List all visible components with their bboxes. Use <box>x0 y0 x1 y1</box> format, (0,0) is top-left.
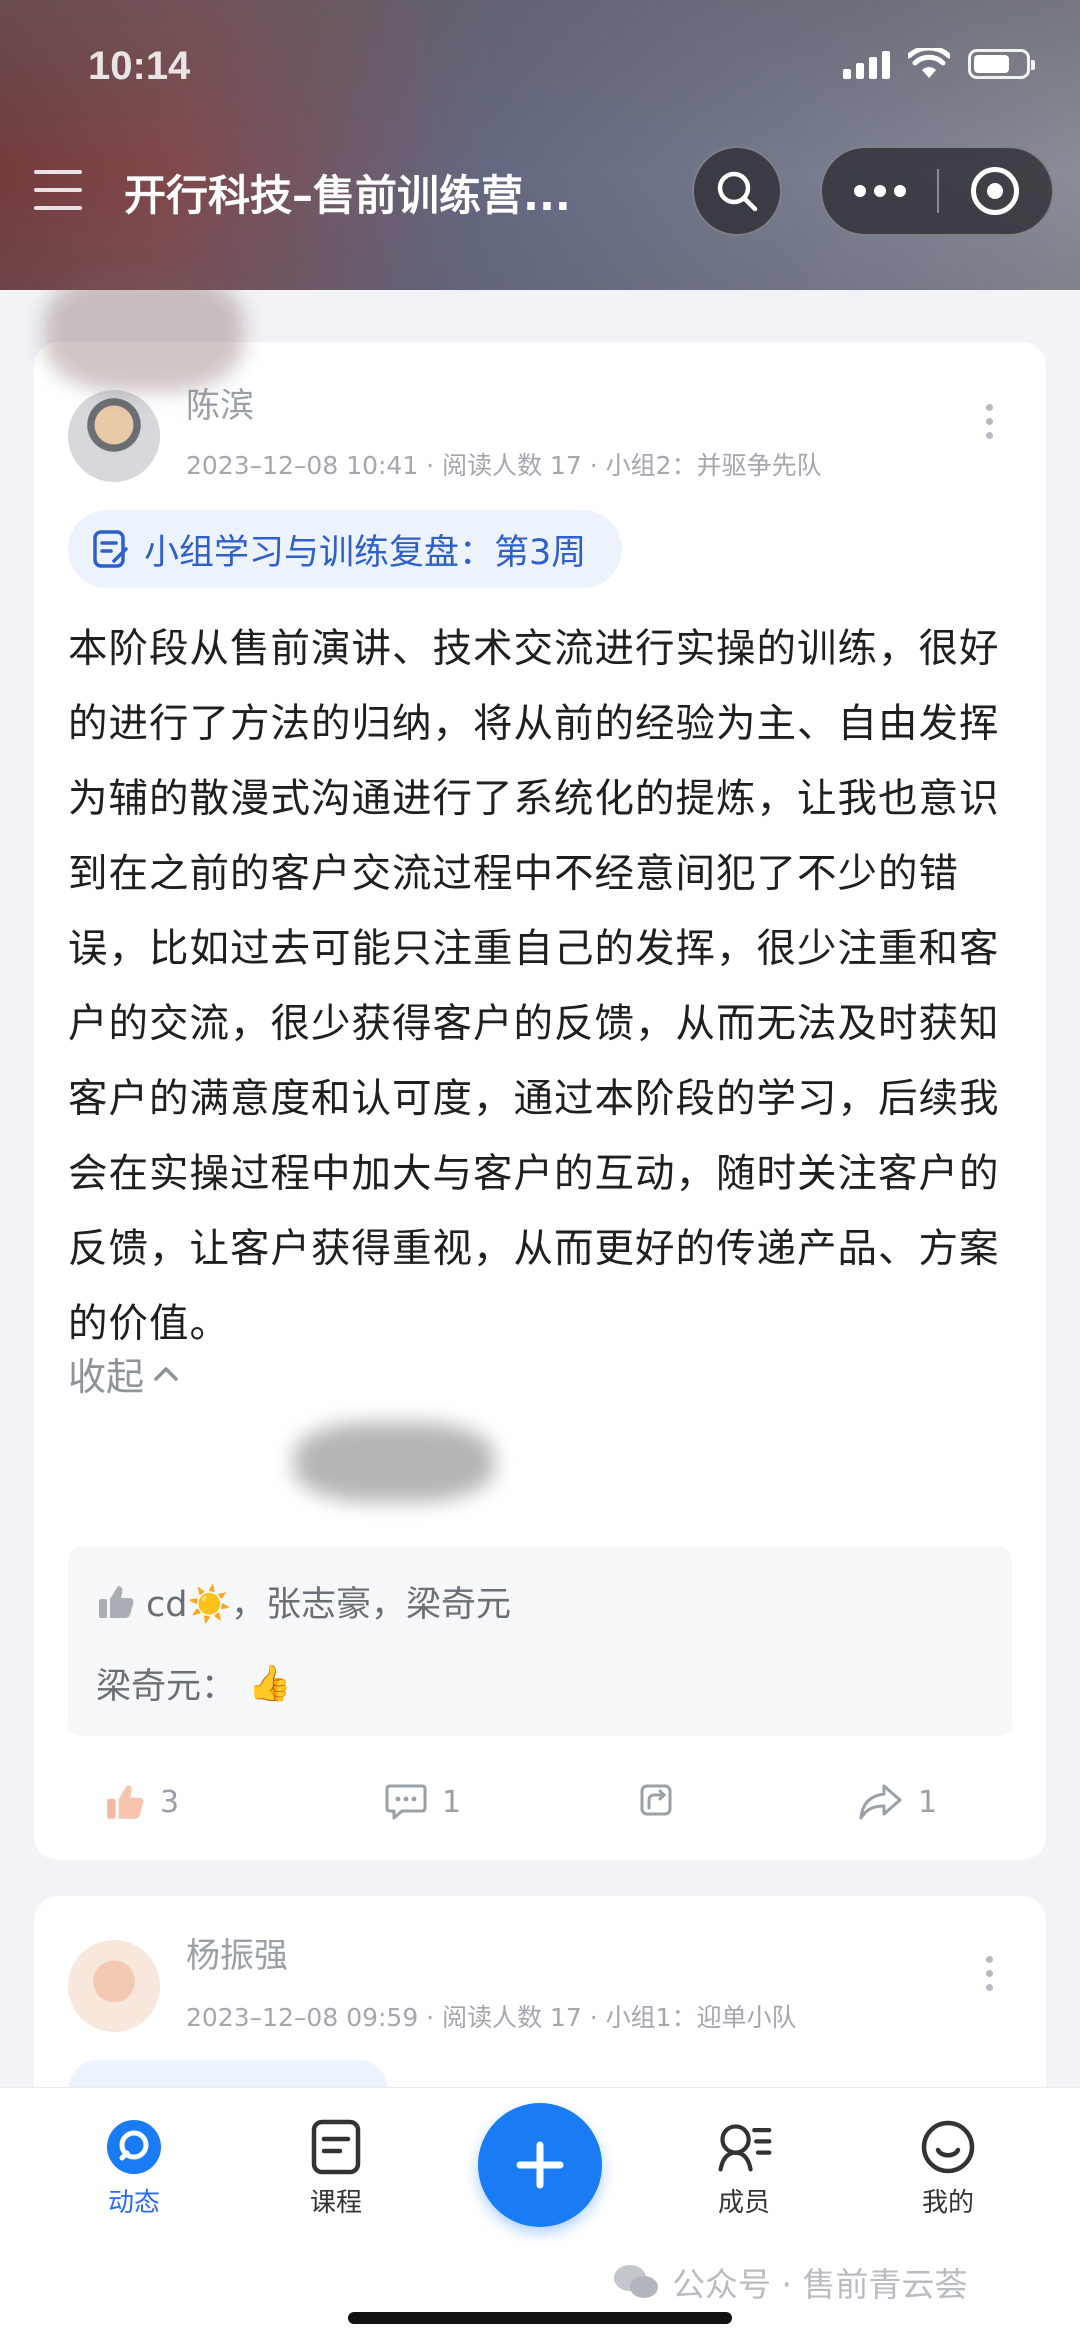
collapse-label: 收起 <box>68 1355 145 1399</box>
tab-label: 课程 <box>309 2188 362 2218</box>
comment-author: 梁奇元： <box>96 1667 237 1707</box>
status-icons <box>843 48 1035 80</box>
post-menu-icon[interactable] <box>986 1956 994 1991</box>
create-post-button[interactable] <box>478 2103 602 2227</box>
avatar[interactable] <box>68 390 160 482</box>
chevron-up-icon <box>154 1366 178 1381</box>
like-count: 3 <box>160 1784 180 1820</box>
tab-label: 成员 <box>717 2188 770 2218</box>
thumbs-up-icon <box>107 1785 144 1819</box>
collapse-button[interactable]: 收起 <box>68 1346 180 1401</box>
profile-icon <box>919 2118 977 2176</box>
watermark: 公众号 · 售前青云荟 <box>612 2258 967 2306</box>
course-icon <box>307 2118 365 2176</box>
share-icon <box>859 1784 902 1820</box>
comment-item[interactable]: 梁奇元： 👍 <box>96 1658 292 1709</box>
likes-line: cd☀️，张志豪，梁奇元 <box>96 1576 511 1627</box>
cellular-signal-icon <box>843 49 890 79</box>
share-button[interactable]: 1 <box>858 1762 937 1842</box>
like-button[interactable]: 3 <box>104 1762 179 1842</box>
tab-label: 我的 <box>921 2188 974 2218</box>
comment-icon <box>385 1784 427 1820</box>
feed-icon <box>105 2118 163 2176</box>
wechat-icon <box>614 2265 658 2298</box>
top-header: 10:14 开行科技–售前训练营... <box>0 0 1080 290</box>
post-meta: 2023–12–08 10:41 · 阅读人数 17 · 小组2：并驱争先队 <box>186 451 822 480</box>
post-meta: 2023–12–08 09:59 · 阅读人数 17 · 小组1：迎单小队 <box>186 2003 797 2032</box>
tab-profile[interactable]: 我的 <box>878 2118 1018 2219</box>
wifi-icon <box>908 48 950 78</box>
interaction-summary: cd☀️，张志豪，梁奇元 梁奇元： 👍 <box>68 1546 1012 1736</box>
share-count: 1 <box>918 1784 938 1820</box>
comment-button[interactable]: 1 <box>384 1762 461 1842</box>
plus-icon <box>516 2141 564 2189</box>
repost-button[interactable] <box>638 1762 678 1842</box>
redaction-smudge <box>44 272 244 392</box>
members-icon <box>715 2118 773 2176</box>
document-icon <box>93 530 128 568</box>
tab-feed[interactable]: 动态 <box>64 2118 204 2219</box>
tag-label: 小组学习与训练复盘：第3周 <box>144 532 587 573</box>
status-bar: 10:14 <box>0 30 1080 110</box>
post-topic-tag[interactable]: 小组学习与训练复盘：第3周 <box>68 510 623 588</box>
bottom-tab-bar: 动态 课程 成员 我的 公众号 · 售前青云荟 <box>0 2087 1080 2337</box>
search-button[interactable] <box>692 146 782 236</box>
battery-icon <box>968 49 1035 79</box>
post-menu-icon[interactable] <box>986 404 994 439</box>
menu-icon[interactable] <box>34 170 82 210</box>
repost-icon <box>640 1784 672 1816</box>
navigation-bar: 开行科技–售前训练营... <box>0 140 1080 240</box>
avatar[interactable] <box>68 1940 160 2032</box>
home-indicator <box>348 2312 732 2324</box>
target-icon <box>971 167 1020 215</box>
page-title: 开行科技–售前训练营... <box>124 171 571 220</box>
tab-members[interactable]: 成员 <box>674 2118 814 2219</box>
author-name[interactable]: 杨振强 <box>186 1928 288 1977</box>
likers-list[interactable]: cd☀️，张志豪，梁奇元 <box>146 1576 511 1627</box>
status-time: 10:14 <box>88 44 191 88</box>
tab-course[interactable]: 课程 <box>266 2118 406 2219</box>
comment-count: 1 <box>442 1784 462 1820</box>
post-content: 本阶段从售前演讲、技术交流进行实操的训练，很好的进行了方法的归纳，将从前的经验为… <box>68 626 1000 1347</box>
miniprogram-capsule <box>820 146 1054 236</box>
search-icon <box>717 171 758 212</box>
close-miniprogram-button[interactable] <box>939 148 1052 234</box>
post-actions: 3 1 1 <box>34 1762 1046 1842</box>
comment-emoji: 👍 <box>248 1664 292 1704</box>
post-card: 陈滨 2023–12–08 10:41 · 阅读人数 17 · 小组2：并驱争先… <box>34 272 1046 1860</box>
redaction-smudge <box>294 1422 494 1502</box>
thumbs-up-icon <box>99 1585 134 1618</box>
watermark-text: 公众号 · 售前青云荟 <box>672 2265 968 2304</box>
more-options-button[interactable] <box>822 148 937 234</box>
tab-label: 动态 <box>107 2188 160 2218</box>
